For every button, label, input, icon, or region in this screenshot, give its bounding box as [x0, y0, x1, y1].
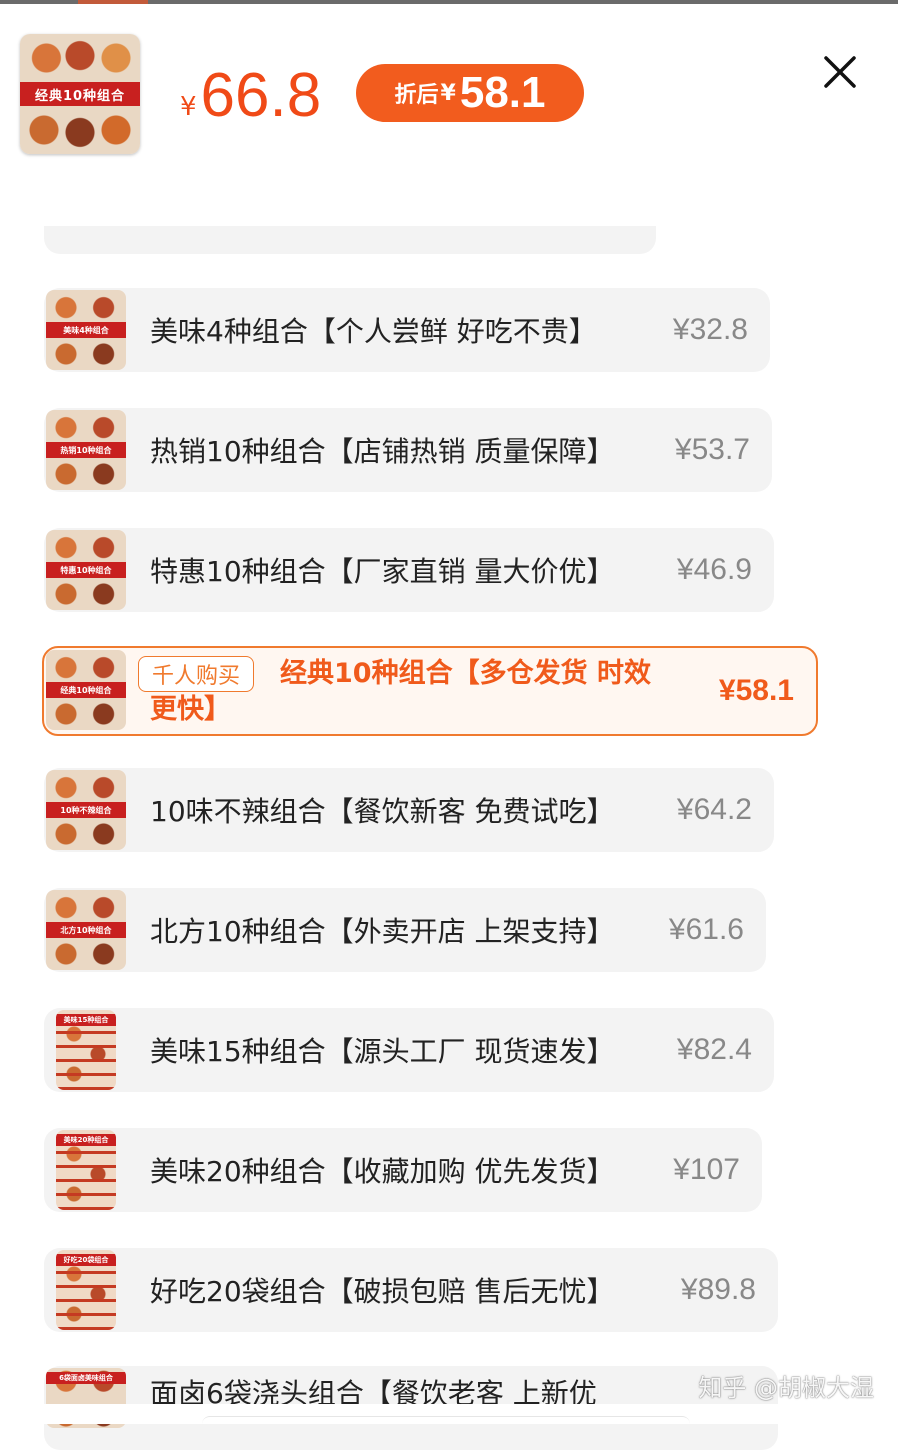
option-thumbnail-title: 美味20种组合	[56, 1134, 116, 1146]
option-thumbnail-title: 10种不辣组合	[46, 802, 126, 818]
option-thumbnail-title: 经典10种组合	[46, 682, 126, 698]
option-row[interactable]: 特惠10种组合 特惠10种组合【厂家直销 量大价优】 ¥46.9	[44, 528, 774, 612]
currency-symbol: ¥	[180, 92, 197, 122]
option-price: ¥107	[673, 1153, 740, 1186]
option-row[interactable]: 热销10种组合 热销10种组合【店铺热销 质量保障】 ¥53.7	[44, 408, 772, 492]
option-thumbnail: 好吃20袋组合	[56, 1250, 116, 1330]
option-row[interactable]: 好吃20袋组合 好吃20袋组合【破损包赔 售后无忧】 ¥89.8	[44, 1248, 778, 1332]
current-price: ¥ 66.8	[180, 56, 321, 136]
option-thumbnail: 经典10种组合	[46, 650, 126, 730]
option-price: ¥53.7	[674, 433, 750, 466]
option-name: 特惠10种组合【厂家直销 量大价优】	[150, 555, 615, 588]
option-thumbnail: 美味15种组合	[56, 1010, 116, 1090]
option-name: 美味20种组合【收藏加购 优先发货】	[150, 1155, 615, 1188]
selected-product-image: 经典10种组合	[20, 34, 140, 154]
option-thumbnail: 美味20种组合	[56, 1130, 116, 1210]
option-name: 经典10种组合【多仓发货 时效更快】	[150, 658, 651, 725]
option-price: ¥61.6	[668, 913, 744, 946]
option-row[interactable]: 美味20种组合 美味20种组合【收藏加购 优先发货】 ¥107	[44, 1128, 762, 1212]
option-name: 10味不辣组合【餐饮新客 免费试吃】	[150, 795, 615, 828]
option-row[interactable]: 美味15种组合 美味15种组合【源头工厂 现货速发】 ¥82.4	[44, 1008, 774, 1092]
option-thumbnail-title: 6袋面卤美味组合	[46, 1372, 126, 1384]
option-name: 北方10种组合【外卖开店 上架支持】	[150, 915, 615, 948]
close-icon	[824, 56, 856, 88]
discount-label: 折后	[394, 83, 439, 108]
watermark: 知乎 @胡椒大湿	[698, 1374, 874, 1402]
option-name: 美味4种组合【个人尝鲜 好吃不贵】	[150, 315, 597, 348]
option-price: ¥89.8	[680, 1273, 756, 1306]
option-row[interactable]: 北方10种组合 北方10种组合【外卖开店 上架支持】 ¥61.6	[44, 888, 766, 972]
product-image-title: 经典10种组合	[20, 82, 140, 106]
option-row[interactable]: 10种不辣组合 10味不辣组合【餐饮新客 免费试吃】 ¥64.2	[44, 768, 774, 852]
status-bar-accent	[78, 0, 148, 4]
option-thumbnail: 美味4种组合	[46, 290, 126, 370]
option-price: ¥32.8	[672, 313, 748, 346]
option-thumbnail: 北方10种组合	[46, 890, 126, 970]
option-price: ¥46.9	[676, 553, 752, 586]
option-price: ¥58.1	[718, 674, 794, 707]
option-thumbnail-title: 好吃20袋组合	[56, 1254, 116, 1266]
option-row[interactable]: 美味4种组合 美味4种组合【个人尝鲜 好吃不贵】 ¥32.8	[44, 288, 770, 372]
discount-price-pill: 折后 ¥ 58.1	[356, 64, 584, 122]
option-row-partial[interactable]	[44, 226, 656, 254]
option-price: ¥64.2	[676, 793, 752, 826]
option-thumbnail: 热销10种组合	[46, 410, 126, 490]
option-thumbnail-title: 北方10种组合	[46, 922, 126, 938]
option-thumbnail-title: 美味4种组合	[46, 322, 126, 338]
option-name: 好吃20袋组合【破损包赔 售后无忧】	[150, 1275, 615, 1308]
option-thumbnail-title: 热销10种组合	[46, 442, 126, 458]
option-thumbnail: 特惠10种组合	[46, 530, 126, 610]
option-name: 美味15种组合【源头工厂 现货速发】	[150, 1035, 615, 1068]
option-thumbnail-title: 特惠10种组合	[46, 562, 126, 578]
option-name: 热销10种组合【店铺热销 质量保障】	[150, 435, 615, 468]
close-button[interactable]	[818, 50, 862, 94]
discount-currency: ¥	[440, 80, 456, 106]
option-thumbnail-title: 美味15种组合	[56, 1014, 116, 1026]
option-price: ¥82.4	[676, 1033, 752, 1066]
discount-price-value: 58.1	[459, 68, 546, 117]
option-row-selected[interactable]: 经典10种组合 千人购买 经典10种组合【多仓发货 时效更快】 ¥58.1	[42, 646, 818, 736]
option-thumbnail: 10种不辣组合	[46, 770, 126, 850]
price-value: 66.8	[200, 61, 322, 130]
